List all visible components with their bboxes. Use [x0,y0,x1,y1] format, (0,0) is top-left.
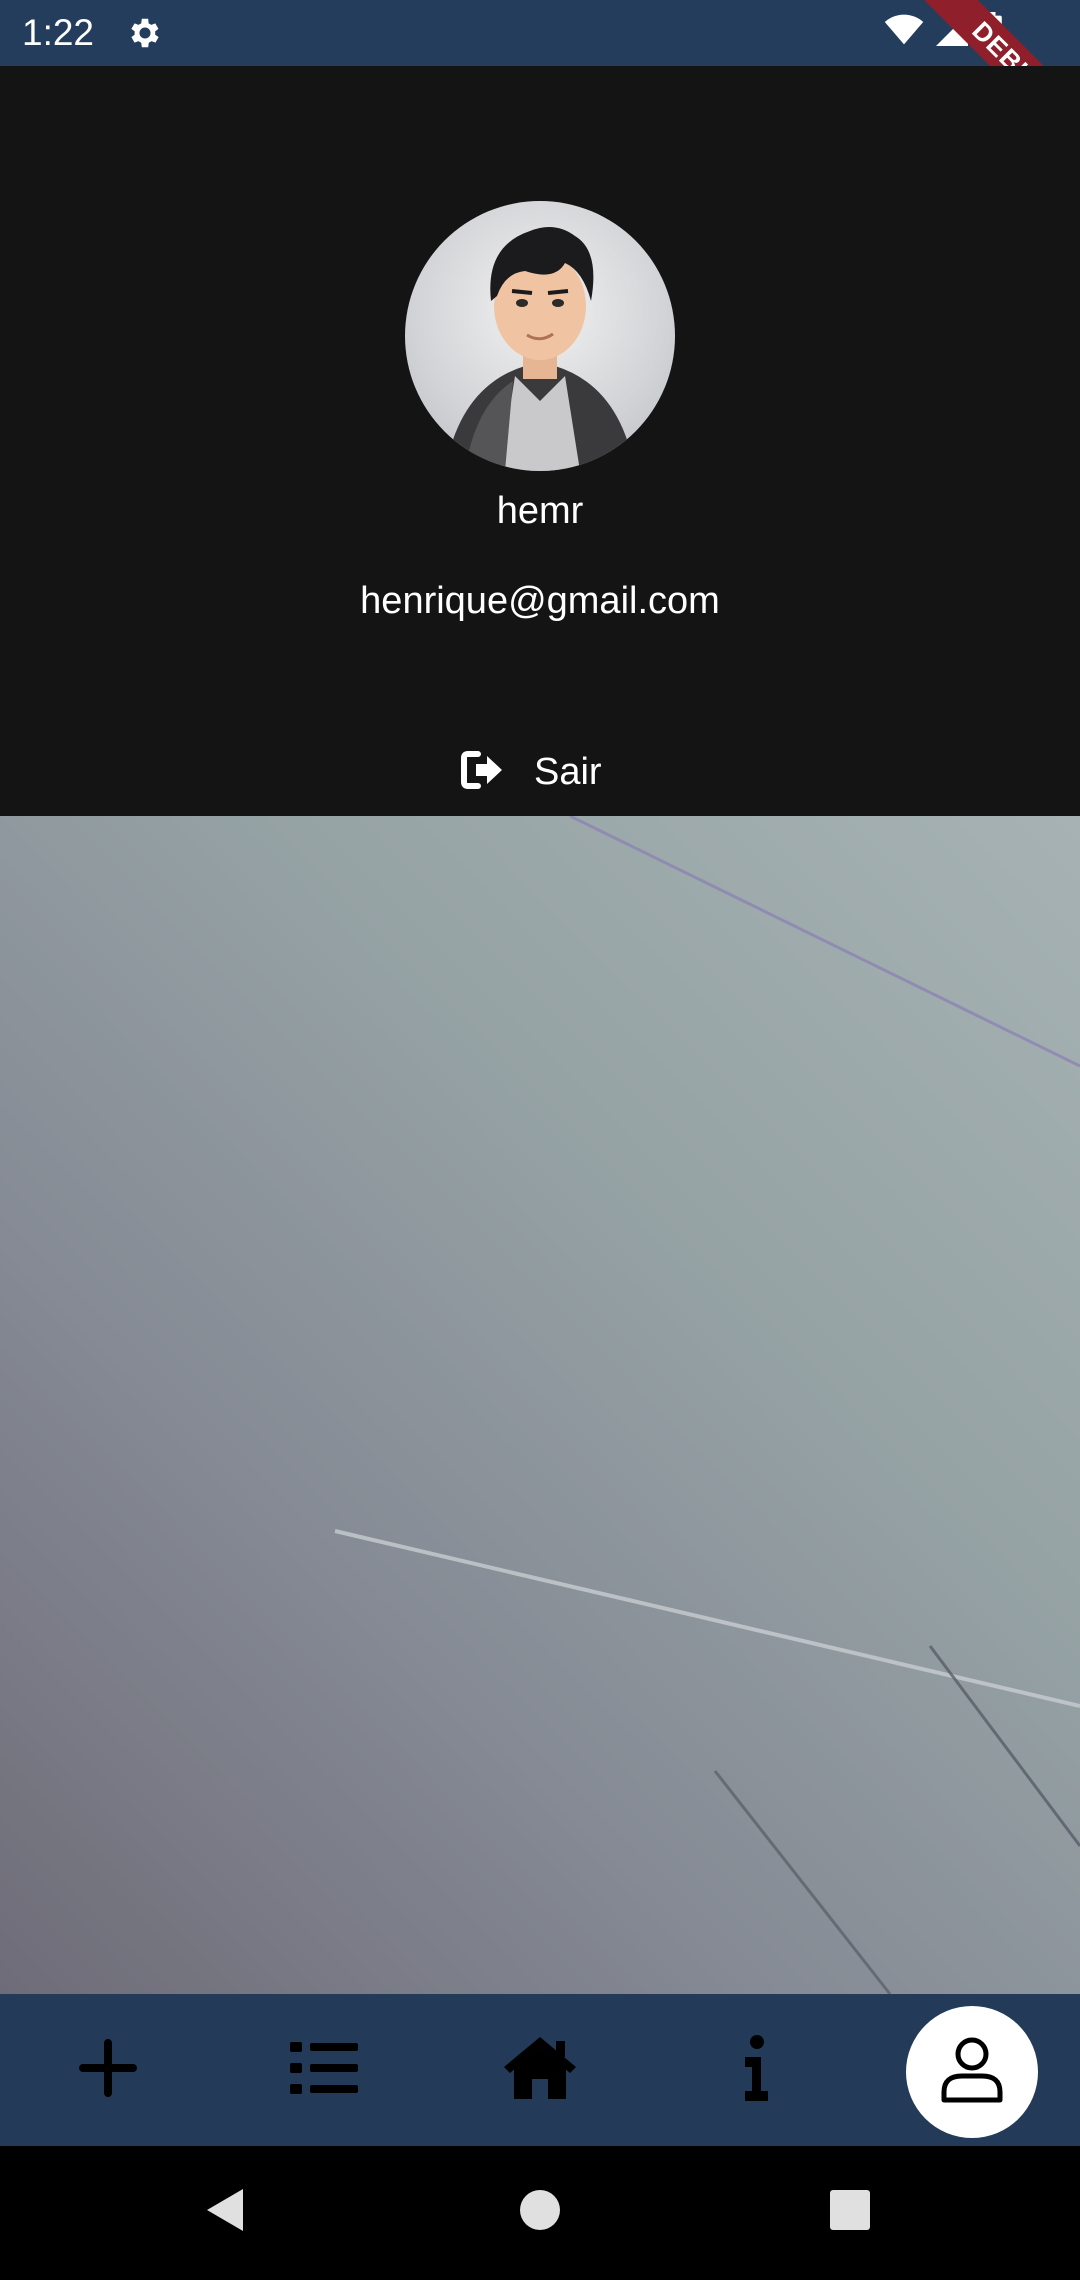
info-icon [741,2034,771,2106]
nav-profile-button[interactable] [906,2006,1038,2138]
back-icon [205,2187,245,2238]
nav-list-button[interactable] [276,2022,372,2118]
nav-home-button[interactable] [492,2022,588,2118]
plus-icon [79,2038,137,2102]
sign-out-icon [460,750,504,795]
nav-add-button[interactable] [60,2022,156,2118]
circle-icon [519,2189,561,2236]
wifi-icon [884,14,924,51]
profile-screen: 1:22 DEBUG hemr henrique@gmail.com Sair [0,0,1080,2280]
status-bar: 1:22 DEBUG [0,0,1080,167]
recents-button[interactable] [820,2182,880,2242]
username: hemr [496,490,584,532]
system-nav-bar [0,2146,1080,2280]
home-icon [502,2035,578,2106]
logout-button[interactable]: Sair [460,742,602,802]
nav-info-button[interactable] [708,2022,804,2118]
profile-panel: hemr henrique@gmail.com Sair [0,66,1080,816]
status-time: 1:22 [22,12,95,53]
background-image [0,814,1080,1995]
list-icon [290,2040,358,2101]
bottom-nav [0,1994,1080,2146]
email: henrique@gmail.com [360,580,720,622]
person-icon [940,2036,1004,2109]
back-button[interactable] [195,2182,255,2242]
logout-label: Sair [534,751,602,793]
home-system-button[interactable] [510,2182,570,2242]
square-icon [829,2189,871,2236]
avatar [405,201,675,471]
gear-icon [126,14,164,52]
